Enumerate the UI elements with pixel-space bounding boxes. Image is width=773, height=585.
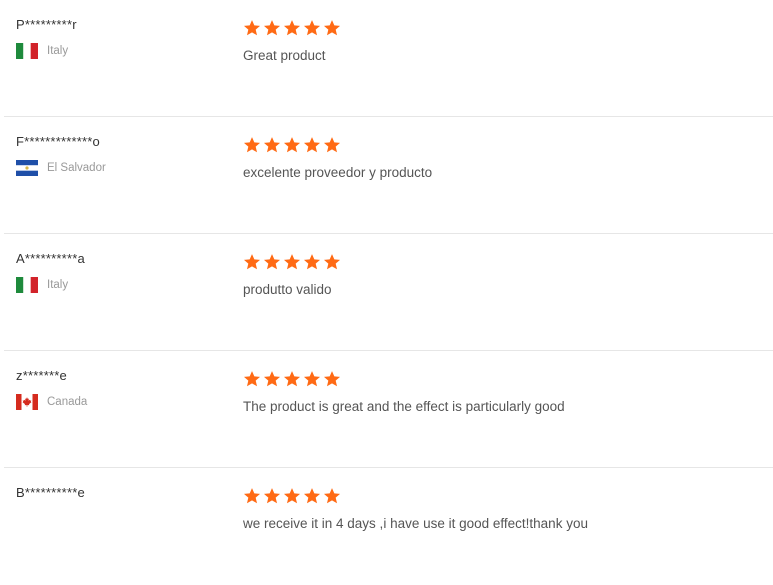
star-icon [263, 253, 281, 271]
star-icon [263, 487, 281, 505]
buyer-name: A**********a [16, 251, 85, 266]
star-icon [283, 19, 301, 37]
star-icon [283, 487, 301, 505]
buyer-name: B**********e [16, 485, 85, 500]
review-item: P*********r Italy Great product [4, 0, 773, 117]
star-rating [243, 370, 341, 388]
review-item: B**********e we receive it in 4 days ,i … [4, 468, 773, 585]
italy-flag-icon [16, 277, 38, 293]
el-salvador-flag-icon [16, 160, 38, 176]
star-icon [303, 136, 321, 154]
star-rating [243, 253, 341, 271]
buyer-country: Canada [16, 393, 87, 411]
star-rating [243, 487, 341, 505]
star-icon [303, 487, 321, 505]
buyer-name: z*******e [16, 368, 67, 383]
star-rating [243, 136, 341, 154]
star-icon [323, 370, 341, 388]
star-icon [243, 487, 261, 505]
buyer-country: Italy [16, 42, 68, 60]
star-icon [323, 253, 341, 271]
star-icon [243, 253, 261, 271]
review-comment: produtto valido [243, 282, 332, 297]
country-name: Italy [47, 45, 69, 57]
star-icon [323, 136, 341, 154]
review-item: F*************o El Salvador excelente pr… [4, 117, 773, 234]
buyer-country: Italy [16, 276, 68, 294]
buyer-country: El Salvador [16, 159, 106, 177]
star-icon [323, 487, 341, 505]
country-name: El Salvador [47, 162, 106, 174]
star-icon [303, 370, 321, 388]
star-icon [243, 136, 261, 154]
star-icon [283, 370, 301, 388]
review-item: z*******e Canada The product is great an… [4, 351, 773, 468]
star-icon [303, 19, 321, 37]
star-icon [263, 19, 281, 37]
canada-flag-icon [16, 394, 38, 410]
review-comment: excelente proveedor y producto [243, 165, 433, 180]
italy-flag-icon [16, 43, 38, 59]
review-comment: we receive it in 4 days ,i have use it g… [243, 516, 588, 531]
star-icon [283, 136, 301, 154]
country-name: Italy [47, 279, 69, 291]
star-icon [263, 370, 281, 388]
star-icon [303, 253, 321, 271]
review-item: A**********a Italy produtto valido [4, 234, 773, 351]
review-comment: The product is great and the effect is p… [243, 399, 565, 414]
star-icon [243, 19, 261, 37]
review-list: P*********r Italy Great product F*******… [0, 0, 773, 585]
review-comment: Great product [243, 48, 326, 63]
star-icon [243, 370, 261, 388]
star-icon [283, 253, 301, 271]
star-icon [263, 136, 281, 154]
buyer-name: F*************o [16, 134, 100, 149]
star-rating [243, 19, 341, 37]
country-name: Canada [47, 396, 88, 408]
star-icon [323, 19, 341, 37]
buyer-name: P*********r [16, 17, 77, 32]
